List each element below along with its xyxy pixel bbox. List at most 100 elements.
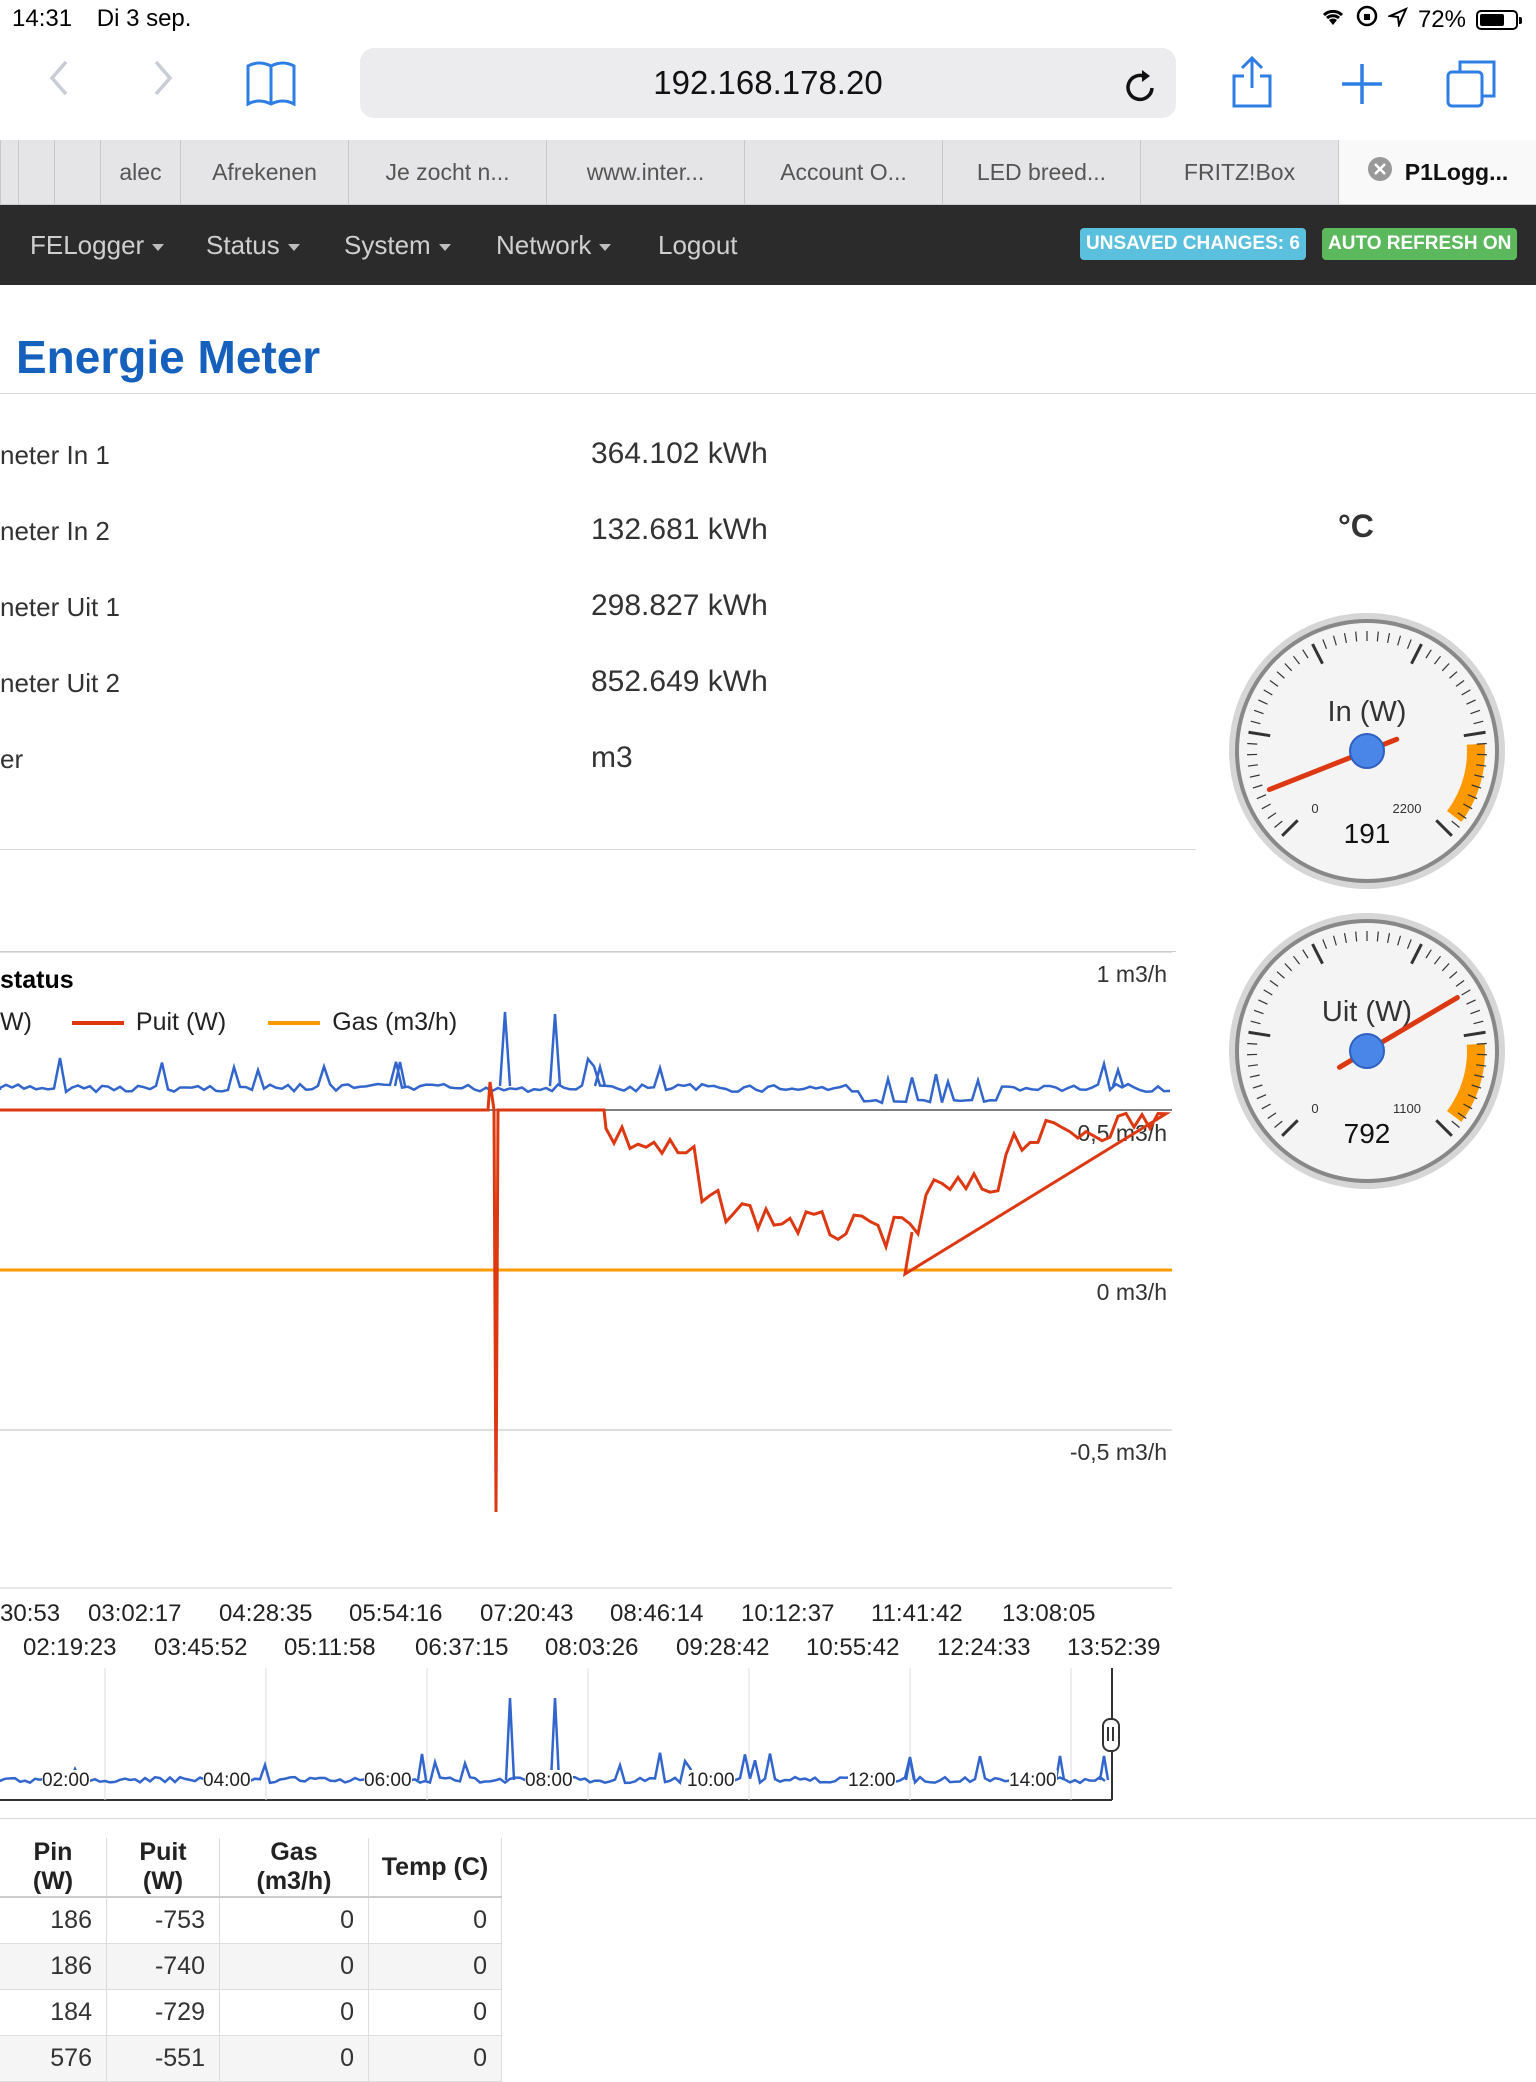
x-tick-label: 13:52:39	[1067, 1634, 1160, 1662]
nav-status[interactable]: Status	[206, 205, 300, 285]
gauge-tick	[1477, 1043, 1487, 1044]
tab-item[interactable]: alec	[100, 140, 180, 204]
rotation-lock-icon	[1356, 5, 1378, 34]
drag-handle-icon	[1107, 1727, 1109, 1741]
main-line-chart[interactable]	[0, 952, 1180, 1592]
gauge-title: Uit (W)	[1322, 996, 1412, 1028]
gauge-max-label: 1100	[1393, 1101, 1421, 1116]
bookmarks-icon[interactable]	[244, 58, 298, 115]
tab-item[interactable]: LED breed...	[942, 140, 1140, 204]
range-handle[interactable]	[1102, 1718, 1120, 1752]
address-bar[interactable]: 192.168.178.20	[360, 48, 1176, 118]
meter-value: 364.102 kWh	[591, 437, 768, 471]
nav-label: Logout	[658, 230, 738, 260]
gauge-hub	[1350, 1034, 1384, 1068]
x-tick-label: 02:19:23	[23, 1634, 116, 1662]
gauge-title: In (W)	[1328, 696, 1407, 728]
table-cell: 184	[0, 1990, 107, 2036]
caret-down-icon	[599, 244, 611, 251]
meter-label: neter In 1	[0, 440, 110, 471]
table-cell: 0	[220, 2036, 369, 2082]
share-icon[interactable]	[1230, 54, 1274, 115]
table-cell: 0	[220, 1897, 369, 1944]
overview-spike	[1100, 1756, 1108, 1780]
x-tick-label: 05:54:16	[349, 1600, 442, 1628]
x-tick-label: 11:41:42	[871, 1600, 963, 1628]
table-cell: 576	[0, 2036, 107, 2082]
table-cell: -753	[107, 1897, 220, 1944]
nav-system[interactable]: System	[344, 205, 451, 285]
table-cell: 0	[220, 1990, 369, 2036]
overview-spike	[506, 1698, 514, 1780]
divider	[0, 393, 1536, 394]
column-header[interactable]: Gas (m3/h)	[220, 1838, 369, 1897]
meter-value: 298.827 kWh	[591, 589, 768, 623]
nav-logout[interactable]: Logout	[658, 205, 738, 285]
back-icon[interactable]	[44, 56, 74, 111]
tab-item[interactable]: www.inter...	[546, 140, 744, 204]
gauge-max-label: 2200	[1393, 801, 1422, 816]
table-cell: 0	[369, 1990, 502, 2036]
tab-collapsed[interactable]	[0, 140, 18, 204]
auto-refresh-badge[interactable]: AUTO REFRESH ON	[1322, 228, 1517, 260]
caret-down-icon	[288, 244, 300, 251]
gauge-value: 792	[1344, 1118, 1391, 1149]
status-time: 14:31	[12, 5, 72, 32]
column-header[interactable]: Temp (C)	[369, 1838, 502, 1897]
close-tab-icon[interactable]	[1367, 142, 1393, 204]
forward-icon[interactable]	[148, 56, 178, 111]
column-header[interactable]: Pin (W)	[0, 1838, 107, 1897]
tab-collapsed[interactable]	[18, 140, 54, 204]
x-tick-label: 08:46:14	[610, 1600, 703, 1628]
battery-percent: 72%	[1418, 6, 1466, 34]
tab-item[interactable]: FRITZ!Box	[1140, 140, 1338, 204]
table-cell: -740	[107, 1944, 220, 1990]
overview-tick-label: 04:00	[203, 1770, 251, 1792]
column-header[interactable]: Puit (W)	[107, 1838, 220, 1897]
overview-tick-label: 14:00	[1009, 1770, 1057, 1792]
tab-label: Je zocht n...	[385, 159, 509, 185]
overview-tick-label: 02:00	[42, 1770, 90, 1792]
unsaved-changes-badge[interactable]: UNSAVED CHANGES: 6	[1080, 228, 1306, 260]
new-tab-icon[interactable]	[1338, 60, 1386, 113]
tab-active[interactable]: P1Logg...	[1338, 140, 1536, 204]
overview-tick-label: 12:00	[848, 1770, 896, 1792]
x-tick-label: 30:53	[0, 1600, 60, 1628]
nav-label: System	[344, 230, 431, 260]
url-text[interactable]: 192.168.178.20	[653, 64, 882, 101]
series-pin-spike	[1113, 1070, 1123, 1086]
x-tick-label: 09:28:42	[676, 1634, 769, 1662]
series-puit	[0, 1082, 1166, 1512]
tab-label: P1Logg...	[1405, 159, 1509, 185]
table-cell: 0	[369, 1944, 502, 1990]
tabs-overview-icon[interactable]	[1444, 58, 1498, 115]
gauge-hub	[1350, 734, 1384, 768]
nav-network[interactable]: Network	[496, 205, 611, 285]
reload-icon[interactable]	[1120, 62, 1160, 132]
gauge-value: 191	[1344, 818, 1391, 849]
x-tick-label: 13:08:05	[1002, 1600, 1095, 1628]
tab-label: Account O...	[780, 159, 907, 185]
status-date: Di 3 sep.	[97, 5, 192, 32]
meter-label: neter In 2	[0, 516, 110, 547]
tab-label: FRITZ!Box	[1184, 159, 1295, 185]
nav-felogger[interactable]: FELogger	[30, 205, 164, 285]
table-row: 576 -551 0 0	[0, 2036, 502, 2082]
page-title: Energie Meter	[16, 330, 320, 384]
tab-collapsed[interactable]	[54, 140, 100, 204]
table-cell: 0	[369, 1897, 502, 1944]
table-row: 184 -729 0 0	[0, 1990, 502, 2036]
tab-item[interactable]: Account O...	[744, 140, 942, 204]
table-row: 186 -740 0 0	[0, 1944, 502, 1990]
divider	[0, 849, 1196, 850]
table-cell: -551	[107, 2036, 220, 2082]
tab-label: alec	[119, 159, 161, 185]
meter-value: 852.649 kWh	[591, 665, 768, 699]
tab-item[interactable]: Je zocht n...	[348, 140, 546, 204]
gauge-min-label: 0	[1311, 1101, 1318, 1116]
drag-handle-icon	[1112, 1727, 1114, 1741]
table-cell: 0	[220, 1944, 369, 1990]
x-tick-label: 12:24:33	[937, 1634, 1030, 1662]
overview-spike	[418, 1754, 426, 1780]
tab-item[interactable]: Afrekenen	[180, 140, 348, 204]
